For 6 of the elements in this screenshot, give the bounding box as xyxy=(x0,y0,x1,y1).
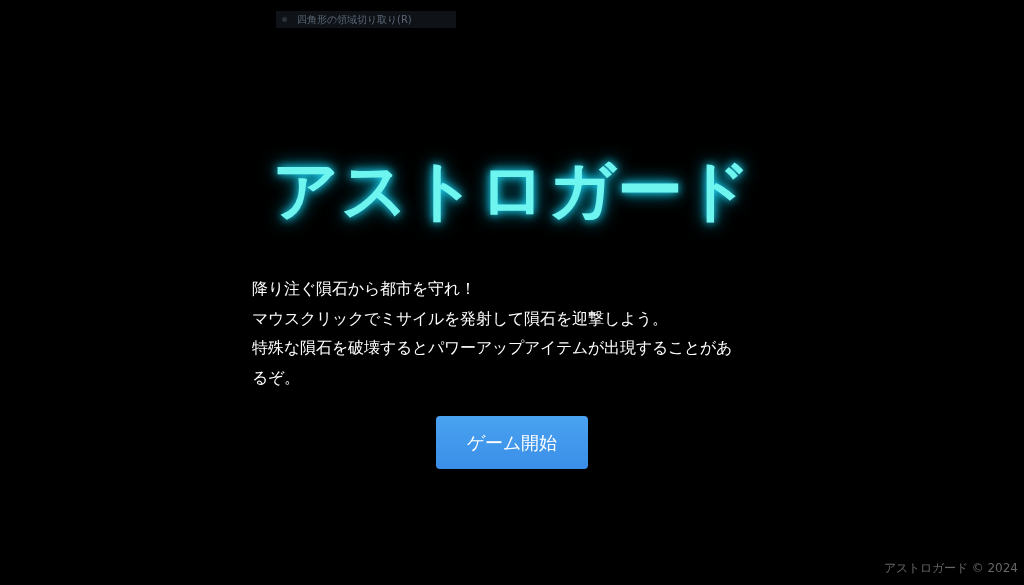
start-button[interactable]: ゲーム開始 xyxy=(436,416,588,470)
footer-text: アストロガード © 2024 xyxy=(883,560,1018,577)
dot-icon xyxy=(282,17,287,22)
hint-label: 四角形の領域切り取り(R) xyxy=(297,12,412,27)
game-title: アストロガード xyxy=(271,158,753,224)
description: 降り注ぐ隕石から都市を守れ！ マウスクリックでミサイルを発射して隕石を迎撃しよう。 特殊な隕石を破壊するとパワーアップアイテムが出現することがあ るぞ。 xyxy=(252,278,733,389)
